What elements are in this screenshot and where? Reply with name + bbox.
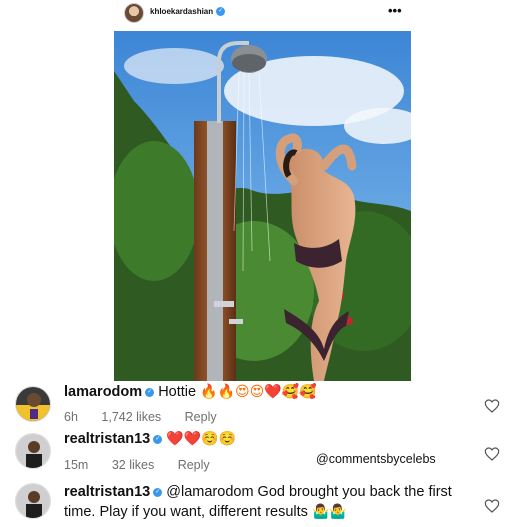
post-header: khloekardashian ✓ •••: [0, 0, 527, 30]
post-photo[interactable]: [114, 31, 411, 381]
like-heart-icon[interactable]: [484, 498, 500, 514]
more-options-icon[interactable]: •••: [388, 3, 402, 18]
comment-avatar[interactable]: [15, 483, 51, 519]
comment-likes[interactable]: 32 likes: [112, 458, 154, 472]
verified-badge-icon: ✓: [216, 7, 226, 17]
comment-body: realtristan13 ✓ @lamarodom God brought yo…: [64, 482, 474, 522]
watermark: @commentsbycelebs: [316, 452, 436, 466]
post-username[interactable]: khloekardashian ✓: [150, 7, 226, 17]
avatar-image-icon: [16, 387, 50, 421]
comment-meta: 6h 1,742 likes Reply: [64, 410, 237, 424]
comment-username[interactable]: lamarodom: [64, 384, 142, 400]
like-heart-icon[interactable]: [484, 446, 500, 462]
comment-username[interactable]: realtristan13: [64, 484, 150, 500]
verified-badge-icon: ✓: [153, 487, 163, 497]
comment-emojis: 🔥🔥😍😍❤️🥰🥰: [200, 384, 317, 400]
comment-body: realtristan13 ✓ ❤️❤️☺️☺️: [64, 429, 474, 449]
reply-button[interactable]: Reply: [178, 458, 210, 472]
like-heart-icon[interactable]: [484, 398, 500, 414]
comment-likes[interactable]: 1,742 likes: [101, 410, 161, 424]
comment-avatar[interactable]: [15, 433, 51, 469]
comment-meta: 15m 32 likes Reply: [64, 458, 230, 472]
comment-avatar[interactable]: [15, 386, 51, 422]
comment-username[interactable]: realtristan13: [64, 431, 150, 447]
avatar-image-icon: [16, 484, 50, 518]
comment-body: lamarodom ✓ Hottie 🔥🔥😍😍❤️🥰🥰: [64, 382, 474, 402]
verified-badge-icon: ✓: [145, 387, 155, 397]
comment-emojis: 🤷‍♂️🤷‍♂️: [311, 504, 347, 520]
comment-emojis: ❤️❤️☺️☺️: [166, 431, 237, 447]
comment-text: Hottie: [158, 384, 197, 400]
verified-badge-icon: ✓: [153, 434, 163, 444]
comment-time: 15m: [64, 458, 89, 472]
reply-button[interactable]: Reply: [185, 410, 217, 424]
comment-time: 6h: [64, 410, 78, 424]
post-image: [114, 31, 411, 381]
avatar-image-icon: [16, 434, 50, 468]
post-username-label: khloekardashian: [150, 7, 214, 16]
avatar[interactable]: [124, 3, 144, 23]
